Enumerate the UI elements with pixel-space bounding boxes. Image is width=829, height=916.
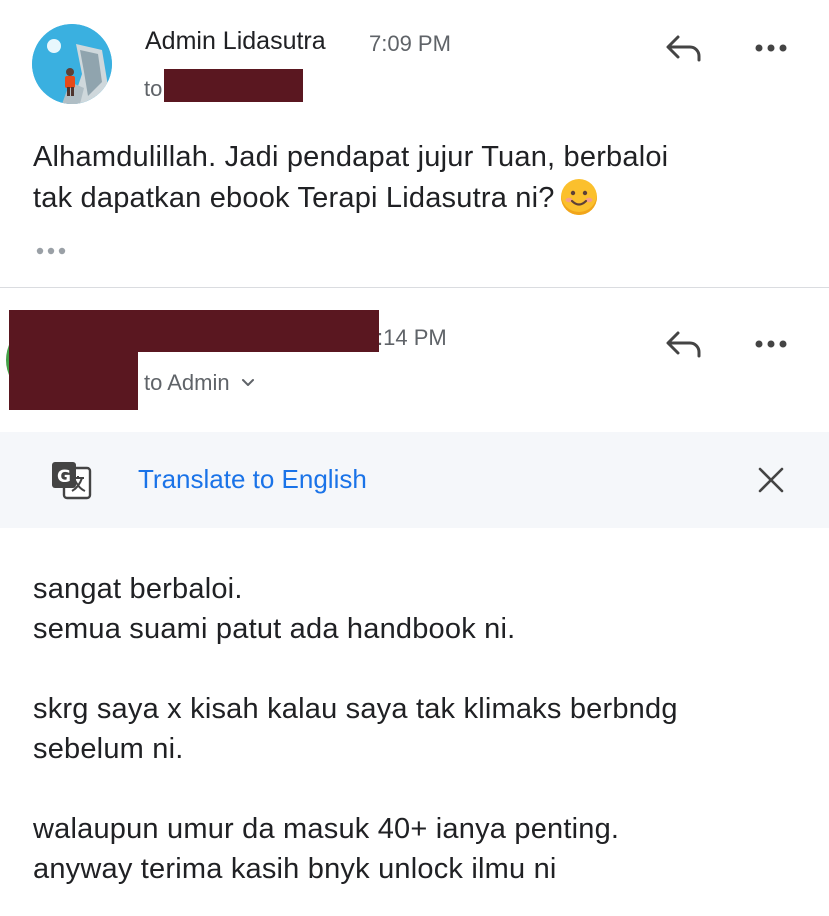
message-body-line: semua suami patut ada handbook ni. (33, 613, 516, 645)
recipient-label: to Admin (144, 370, 230, 395)
message-body-line: anyway terima kasih bnyk unlock ilmu ni (33, 853, 557, 885)
chevron-down-icon (242, 379, 255, 386)
message-body-line: skrg saya x kisah kalau saya tak klimaks… (33, 693, 678, 725)
sender-avatar[interactable] (32, 24, 112, 104)
message-divider (0, 287, 829, 288)
close-icon (758, 467, 784, 493)
show-trimmed-content-button[interactable] (34, 242, 70, 260)
reply-button[interactable] (664, 326, 704, 362)
translate-link[interactable]: Translate to English (138, 464, 367, 495)
more-options-button[interactable] (751, 334, 791, 354)
message-body-line: sebelum ni. (33, 733, 184, 765)
message-body-line: sangat berbaloi. (33, 573, 243, 605)
message-time: 7:09 PM (369, 31, 451, 56)
more-horizontal-icon (755, 44, 787, 52)
recipient-details-toggle[interactable]: to Admin (144, 370, 256, 396)
reply-button[interactable] (664, 30, 704, 66)
smiling-face-icon (560, 179, 597, 215)
message-body-line: tak dapatkan ebook Terapi Lidasutra ni? (33, 178, 597, 219)
google-translate-icon: G (50, 460, 92, 500)
redacted-avatar (9, 352, 138, 410)
more-horizontal-icon (755, 340, 787, 348)
recipient-prefix: to (144, 76, 163, 101)
message-body-line: Alhamdulillah. Jadi pendapat jujur Tuan,… (33, 141, 669, 173)
message-body-text: tak dapatkan ebook Terapi Lidasutra ni? (33, 182, 555, 214)
reply-icon (666, 35, 701, 62)
message-body-line: walaupun umur da masuk 40+ ianya penting… (33, 813, 620, 845)
svg-text:G: G (57, 467, 71, 487)
message-body: sangat berbaloi. semua suami patut ada h… (33, 569, 678, 889)
more-options-button[interactable] (751, 38, 791, 58)
avatar-illustration (32, 24, 112, 104)
translate-bar (0, 432, 829, 528)
redacted-sender-name (9, 310, 379, 352)
message-time: :14 PM (377, 325, 447, 350)
close-translate-button[interactable] (757, 466, 785, 494)
more-horizontal-icon (36, 247, 66, 255)
redacted-recipient (164, 69, 303, 102)
sender-name: Admin Lidasutra (145, 27, 326, 55)
reply-icon (666, 331, 701, 358)
